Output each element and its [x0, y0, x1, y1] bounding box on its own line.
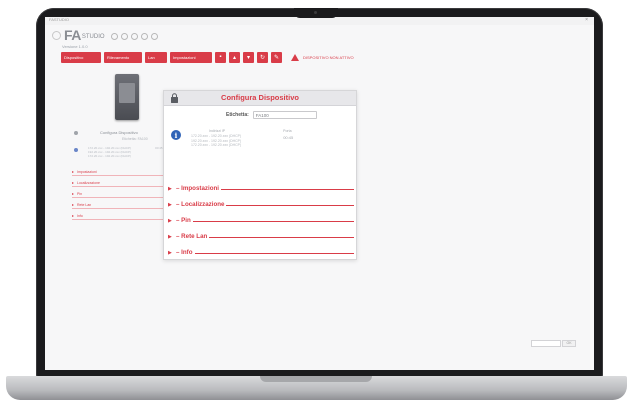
warning-indicator: DISPOSITIVO NON ATTIVO — [291, 53, 354, 61]
ip-list: 172.20.xxx - 192.20.xxx (DHCP) 192.20.xx… — [191, 134, 241, 148]
window-title: FASTUDIO — [49, 17, 70, 22]
ip-table: Indirizzi IP Porta 172.20.xxx - 192.20.x… — [191, 129, 341, 148]
refresh-icon[interactable]: ↻ — [257, 51, 268, 63]
device-ip: 172.20.xxx - 192.20.xxx (DHCP) — [88, 154, 132, 158]
left-item-label: Rete Lan — [77, 202, 92, 207]
toolbar-button-settings[interactable]: Impostazioni — [170, 51, 212, 63]
footer-ok-button[interactable]: OK — [562, 340, 576, 347]
label-input[interactable]: FA100 — [252, 111, 317, 119]
left-item-localizzazione[interactable]: ▸ Localizzazione — [72, 179, 164, 187]
download-icon[interactable]: ▾ — [243, 51, 254, 63]
expand-arrow-icon: ▶ — [168, 185, 172, 192]
expand-arrow-icon: ▶ — [168, 249, 172, 256]
warning-icon — [291, 53, 299, 61]
camera-notch — [294, 8, 338, 18]
section-impostazioni[interactable]: ▶ – Impostazioni — [168, 184, 354, 193]
delete-icon[interactable] — [140, 33, 148, 40]
close-icon[interactable]: × — [585, 17, 588, 23]
section-rete-lan[interactable]: ▶ – Rete Lan — [168, 232, 354, 241]
expand-arrow-icon: ▶ — [168, 217, 172, 224]
section-pin[interactable]: ▶ – Pin — [168, 216, 354, 225]
configure-device-dialog: Configura Dispositivo Etichetta: FA100 i… — [163, 90, 357, 260]
logo-text: FA — [64, 27, 81, 43]
window-titlebar: FASTUDIO × — [45, 17, 594, 25]
left-item-label: Impostazioni — [77, 169, 97, 174]
device-ip-list: 172.20.xxx - 192.20.xxx (DHCP) 192.20.xx… — [88, 146, 131, 158]
ip-header-right: Porta — [283, 129, 292, 133]
expand-arrow-icon: ▸ — [72, 191, 75, 196]
left-item-label: Info — [77, 213, 83, 218]
save-icon[interactable]: ▪ — [215, 51, 226, 63]
section-divider — [226, 204, 354, 206]
left-item-pin[interactable]: ▸ Pin — [72, 190, 164, 198]
section-localizzazione[interactable]: ▶ – Localizzazione — [168, 200, 354, 209]
ip-table-header: Indirizzi IP Porta — [191, 129, 341, 133]
status-dot-icon — [74, 148, 78, 152]
ip-line: 172.20.xxx - 192.20.xxx (DHCP) — [191, 143, 242, 148]
device-name-row: Configura Dispositivo — [74, 130, 166, 135]
port-value: 00:45 — [283, 135, 294, 140]
section-divider — [209, 236, 354, 238]
expand-arrow-icon: ▶ — [168, 201, 172, 208]
ip-table-body: 172.20.xxx - 192.20.xxx (DHCP) 192.20.xx… — [191, 134, 341, 148]
app-subtitle: Versione 1.0.0 — [62, 44, 88, 49]
section-info[interactable]: ▶ – Info — [168, 248, 354, 257]
left-item-label: Pin — [77, 191, 83, 196]
device-status: 00:45 — [155, 146, 163, 150]
expand-arrow-icon: ▸ — [72, 213, 75, 218]
section-divider — [194, 252, 354, 254]
toolbar-button-scan[interactable]: Rilevamento — [104, 51, 142, 63]
dialog-header: Configura Dispositivo — [164, 91, 356, 106]
ip-header-left: Indirizzi IP — [209, 129, 226, 133]
warning-text: DISPOSITIVO NON ATTIVO — [303, 54, 354, 60]
ip-line: 172.20.xxx - 192.20.xxx (DHCP) — [191, 134, 242, 138]
laptop-mockup: FASTUDIO × FA STUDIO Versione 1.0.0 Disp… — [0, 0, 633, 405]
left-item-rete-lan[interactable]: ▸ Rete Lan — [72, 201, 164, 209]
settings-icon[interactable]: ✎ — [271, 51, 282, 63]
section-label: – Pin — [176, 217, 191, 224]
section-divider — [220, 188, 354, 190]
left-item-impostazioni[interactable]: ▸ Impostazioni — [72, 168, 164, 176]
copy-icon[interactable] — [130, 33, 138, 40]
device-ip-row: 172.20.xxx - 192.20.xxx (DHCP) 192.20.xx… — [74, 146, 166, 158]
left-item-info[interactable]: ▸ Info — [72, 212, 164, 220]
device-sub: Etichetta: FA100 — [122, 137, 148, 141]
back-icon[interactable] — [52, 30, 61, 40]
device-bullet-icon — [74, 130, 78, 135]
app-logo: FA STUDIO — [52, 27, 158, 43]
section-label: – Rete Lan — [176, 233, 208, 240]
label-row: Etichetta: FA100 — [226, 111, 317, 119]
home-icon[interactable] — [110, 33, 118, 40]
expand-arrow-icon: ▶ — [168, 233, 172, 240]
help-icon[interactable] — [150, 33, 158, 40]
upload-icon[interactable]: ▴ — [229, 51, 240, 63]
expand-arrow-icon: ▸ — [72, 202, 75, 207]
expand-arrow-icon: ▸ — [72, 169, 75, 174]
footer-input[interactable] — [531, 340, 561, 347]
device-screen — [119, 83, 135, 103]
toolbar-button-lan[interactable]: Lan — [145, 51, 167, 63]
toolbar-button-device[interactable]: Dispositivo — [61, 51, 101, 63]
device-image — [115, 74, 139, 120]
left-item-label: Localizzazione — [77, 180, 100, 185]
device-summary: Configura Dispositivo Etichetta: FA100 1… — [74, 130, 166, 158]
camera-icon — [314, 11, 317, 14]
dialog-sections: ▶ – Impostazioni ▶ – Localizzazione ▶ – … — [168, 184, 354, 264]
left-section-list: ▸ Impostazioni ▸ Localizzazione ▸ Pin ▸ Rete… — [72, 168, 164, 223]
section-divider — [192, 220, 354, 222]
title-icons — [110, 33, 158, 40]
expand-arrow-icon: ▸ — [72, 180, 75, 185]
section-label: – Localizzazione — [176, 201, 225, 208]
info-icon: i — [171, 130, 181, 140]
lock-icon[interactable] — [120, 33, 128, 40]
toolbar: Dispositivo Rilevamento Lan Impostazioni… — [61, 50, 354, 64]
logo-sub: STUDIO — [81, 34, 105, 40]
app-window: FASTUDIO × FA STUDIO Versione 1.0.0 Disp… — [45, 17, 594, 370]
label-key: Etichetta: — [226, 112, 249, 118]
dialog-title: Configura Dispositivo — [221, 93, 299, 102]
device-name: Configura Dispositivo — [100, 130, 138, 135]
section-label: – Impostazioni — [176, 185, 219, 192]
section-label: – Info — [176, 249, 193, 256]
laptop-base-lip — [260, 376, 372, 382]
